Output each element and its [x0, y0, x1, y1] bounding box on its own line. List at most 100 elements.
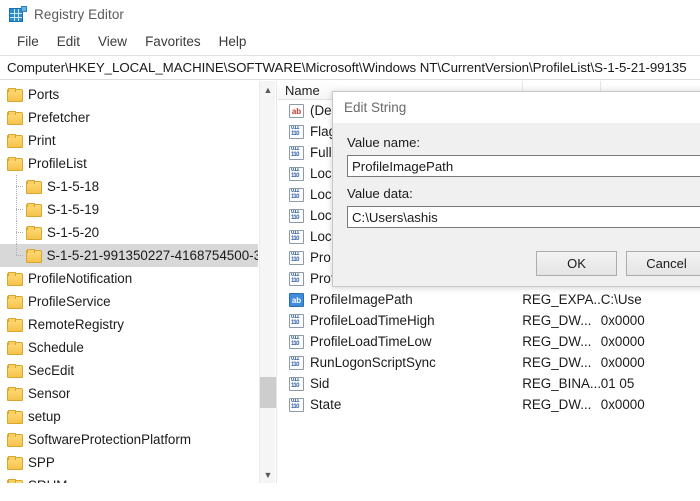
binary-value-icon [289, 356, 304, 370]
tree-item[interactable]: SoftwareProtectionPlatform [0, 428, 258, 451]
tree-item[interactable]: SRUM [0, 474, 258, 483]
value-name-label: ProfileLoadTimeLow [310, 334, 432, 349]
value-name-cell: State [278, 397, 522, 412]
value-row[interactable]: abProfileImagePathREG_EXPA...C:\Use [278, 289, 700, 310]
tree-item[interactable]: Schedule [0, 336, 258, 359]
binary-value-icon [289, 272, 304, 286]
tree-vscroll-thumb[interactable] [260, 377, 276, 408]
folder-icon [7, 111, 22, 124]
tree-item[interactable]: Prefetcher [0, 106, 258, 129]
value-row[interactable]: StateREG_DW...0x0000 [278, 394, 700, 415]
value-name-label: Value name: [347, 135, 700, 150]
tree-item[interactable]: Sensor [0, 382, 258, 405]
registry-path: Computer\HKEY_LOCAL_MACHINE\SOFTWARE\Mic… [0, 60, 687, 75]
folder-icon [7, 295, 22, 308]
chevron-up-icon[interactable]: ▲ [260, 81, 276, 98]
menu-item-file[interactable]: File [8, 31, 48, 53]
dialog-button-row: OK Cancel [333, 251, 700, 276]
cancel-button[interactable]: Cancel [626, 251, 700, 276]
tree-vertical-scrollbar[interactable]: ▲ ▼ [259, 81, 275, 483]
tree-item-label: Prefetcher [28, 110, 90, 125]
title-bar: Registry Editor [0, 0, 700, 28]
ok-button[interactable]: OK [536, 251, 617, 276]
tree-item-label: Schedule [28, 340, 84, 355]
tree-item-label: SRUM [28, 478, 67, 483]
registry-tree-pane[interactable]: Ports Prefetcher Print ProfileList S-1-5-18 S… [0, 81, 277, 483]
tree-item-label: Print [28, 133, 56, 148]
tree-item-label: SoftwareProtectionPlatform [28, 432, 191, 447]
menu-item-view[interactable]: View [89, 31, 136, 53]
tree-item-label: SecEdit [28, 363, 74, 378]
value-name-label: ProfileImagePath [310, 292, 413, 307]
tree-item[interactable]: SPP [0, 451, 258, 474]
binary-value-icon [289, 188, 304, 202]
value-row[interactable]: RunLogonScriptSyncREG_DW...0x0000 [278, 352, 700, 373]
value-name-label: Sid [310, 376, 329, 391]
tree-item-label: RemoteRegistry [28, 317, 124, 332]
tree-connector [12, 198, 26, 221]
tree-item[interactable]: S-1-5-21-991350227-4168754500-3 [0, 244, 258, 267]
value-row[interactable]: SidREG_BINA...01 05 [278, 373, 700, 394]
tree-item-label: SPP [28, 455, 55, 470]
folder-icon [7, 433, 22, 446]
menu-item-edit[interactable]: Edit [48, 31, 89, 53]
value-type-cell: REG_DW... [522, 334, 601, 349]
value-name-label: ProfileLoadTimeHigh [310, 313, 435, 328]
value-name-label: (De [310, 103, 332, 118]
tree-connector [12, 175, 26, 198]
folder-icon [7, 157, 22, 170]
tree-item-label: S-1-5-19 [47, 202, 99, 217]
folder-icon [26, 249, 41, 262]
tree-item-label: S-1-5-18 [47, 179, 99, 194]
tree-connector [12, 221, 26, 244]
value-name-cell: ProfileLoadTimeHigh [278, 313, 522, 328]
dialog-title: Edit String [344, 100, 406, 115]
tree-item[interactable]: ProfileService [0, 290, 258, 313]
tree-item[interactable]: RemoteRegistry [0, 313, 258, 336]
tree-item[interactable]: S-1-5-19 [0, 198, 258, 221]
value-type-cell: REG_DW... [522, 313, 601, 328]
tree-item[interactable]: SecEdit [0, 359, 258, 382]
binary-value-icon [289, 230, 304, 244]
tree-item[interactable]: S-1-5-18 [0, 175, 258, 198]
folder-icon [26, 203, 41, 216]
value-name-label: Loc [310, 208, 332, 223]
value-name-label: Loc [310, 229, 332, 244]
tree-item[interactable]: ProfileList [0, 152, 258, 175]
tree-item[interactable]: S-1-5-20 [0, 221, 258, 244]
folder-icon [26, 226, 41, 239]
value-name-label: Loc [310, 166, 332, 181]
chevron-down-icon[interactable]: ▼ [260, 466, 276, 483]
binary-value-icon [289, 398, 304, 412]
tree-item[interactable]: setup [0, 405, 258, 428]
value-data-label: Value data: [347, 186, 700, 201]
value-name-input[interactable]: ProfileImagePath [347, 155, 700, 177]
menu-bar: File Edit View Favorites Help [0, 28, 700, 55]
value-data-cell: 0x0000 [601, 355, 700, 370]
tree-item-label: S-1-5-20 [47, 225, 99, 240]
binary-value-icon [289, 209, 304, 223]
value-data-input[interactable]: C:\Users\ashis [347, 206, 700, 228]
folder-icon [7, 479, 22, 483]
folder-icon [7, 318, 22, 331]
menu-item-favorites[interactable]: Favorites [136, 31, 210, 53]
value-name-label: Pro [310, 250, 331, 265]
value-data-cell: 01 05 [601, 376, 700, 391]
address-bar[interactable]: Computer\HKEY_LOCAL_MACHINE\SOFTWARE\Mic… [0, 55, 700, 80]
tree-item[interactable]: Ports [0, 83, 258, 106]
binary-value-icon [289, 251, 304, 265]
tree-item[interactable]: ProfileNotification [0, 267, 258, 290]
menu-item-help[interactable]: Help [210, 31, 256, 53]
registry-editor-icon [9, 6, 26, 23]
value-row[interactable]: ProfileLoadTimeHighREG_DW...0x0000 [278, 310, 700, 331]
folder-icon [7, 88, 22, 101]
value-name-label: Loc [310, 187, 332, 202]
value-type-cell: REG_DW... [522, 355, 601, 370]
binary-value-icon [289, 167, 304, 181]
tree-connector [12, 244, 26, 267]
value-name-cell: abProfileImagePath [278, 292, 522, 307]
value-row[interactable]: ProfileLoadTimeLowREG_DW...0x0000 [278, 331, 700, 352]
value-type-cell: REG_DW... [522, 397, 601, 412]
binary-value-icon [289, 377, 304, 391]
tree-item[interactable]: Print [0, 129, 258, 152]
